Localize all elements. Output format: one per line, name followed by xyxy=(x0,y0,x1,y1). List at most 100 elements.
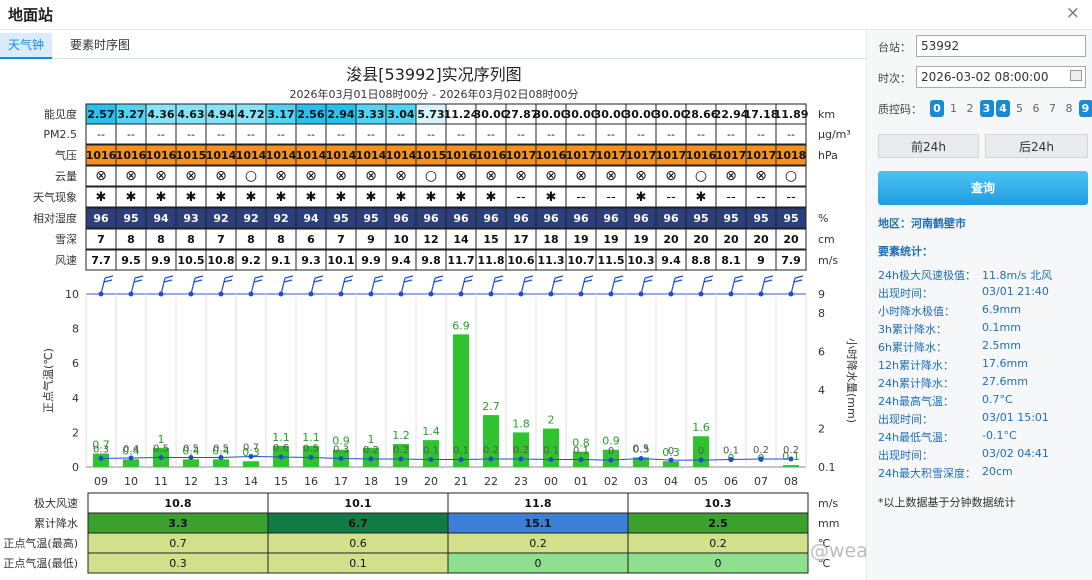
query-button[interactable]: 查询 xyxy=(878,171,1088,205)
summary-cell-value: 0.3 xyxy=(169,557,187,570)
table-cell-value: 3.17 xyxy=(267,108,294,121)
table-cell-value: -- xyxy=(97,128,105,141)
stat-key: 24h累计降水： xyxy=(878,377,954,390)
stat-value: -0.1°C xyxy=(982,429,1017,442)
wind-barb-shaft xyxy=(370,277,376,295)
x-axis-tick: 14 xyxy=(244,475,258,488)
summary-cell-value: 0.1 xyxy=(349,557,367,570)
wind-barb-flag xyxy=(674,275,684,279)
table-cell-value: 93 xyxy=(183,212,198,225)
wind-barb-flag xyxy=(733,279,743,283)
table-cell-value: -- xyxy=(277,128,285,141)
table-cell-value: 96 xyxy=(393,212,409,225)
prev-24h-button[interactable]: 前24h xyxy=(878,134,979,158)
qc-code-9[interactable]: 9 xyxy=(1078,100,1092,117)
table-cell-value: ✱ xyxy=(426,190,437,205)
wind-barb-flag xyxy=(373,279,383,283)
qc-code-5[interactable]: 5 xyxy=(1013,100,1027,117)
table-cell-value: 8 xyxy=(187,233,195,246)
qc-code-6[interactable]: 6 xyxy=(1029,100,1043,117)
wind-barb-flag xyxy=(283,279,293,283)
table-cell-value: 1016 xyxy=(86,149,117,162)
temperature-label: 0.1 xyxy=(573,446,589,457)
table-row-label: PM2.5 xyxy=(43,128,77,141)
summary-cell-value: 11.8 xyxy=(524,497,551,510)
temperature-label: 0.1 xyxy=(453,446,469,457)
qc-code-1[interactable]: 1 xyxy=(947,100,961,117)
table-cell-value: ⊗ xyxy=(455,168,467,184)
wind-barb-shaft xyxy=(670,277,676,295)
table-cell-value: -- xyxy=(397,128,405,141)
next-24h-button[interactable]: 后24h xyxy=(985,134,1088,158)
qc-code-0[interactable]: 0 xyxy=(930,100,944,117)
summary-cell-value: 10.1 xyxy=(344,497,371,510)
table-cell-value: ⊗ xyxy=(95,168,107,184)
stats-note: *以上数据基于分钟数据统计 xyxy=(878,496,1016,509)
temperature-point xyxy=(188,454,194,460)
table-cell-value: ✱ xyxy=(126,190,137,205)
qc-code-7[interactable]: 7 xyxy=(1046,100,1060,117)
wind-barb-shaft xyxy=(580,277,586,295)
table-cell-value: 9.5 xyxy=(121,254,141,267)
table-cell-value: ⊗ xyxy=(395,168,407,184)
table-cell-value: 10.1 xyxy=(327,254,354,267)
x-axis-tick: 13 xyxy=(214,475,228,488)
table-cell-value: 12 xyxy=(423,233,438,246)
table-cell-value: -- xyxy=(427,128,435,141)
qc-code-2[interactable]: 2 xyxy=(963,100,977,117)
temperature-point xyxy=(218,454,224,460)
wind-barb-shaft xyxy=(340,277,346,295)
stat-value: 27.6mm xyxy=(982,375,1028,388)
table-cell-value: 9.3 xyxy=(301,254,321,267)
table-row-unit: % xyxy=(818,212,828,225)
table-cell-value: 1016 xyxy=(536,149,567,162)
stat-key: 24h极大风速极值： xyxy=(878,269,976,282)
station-input[interactable] xyxy=(916,35,1086,57)
table-row-label: 雪深 xyxy=(55,233,77,246)
summary-cell-value: 0.2 xyxy=(529,537,547,550)
table-cell-value: ✱ xyxy=(456,190,467,205)
time-input[interactable] xyxy=(916,66,1086,88)
table-cell-value: 9.1 xyxy=(271,254,291,267)
summary-cell-value: 3.3 xyxy=(168,517,188,530)
table-cell-value: 95 xyxy=(333,212,348,225)
table-cell-value: 1014 xyxy=(296,149,327,162)
table-cell-value: 95 xyxy=(753,212,768,225)
left-axis-tick: 8 xyxy=(72,323,79,336)
x-axis-tick: 23 xyxy=(514,475,528,488)
x-axis-tick: 20 xyxy=(424,475,438,488)
table-cell-value: 20 xyxy=(663,233,679,246)
temperature-label: 0.1 xyxy=(543,446,559,457)
table-cell-value: ✱ xyxy=(366,190,377,205)
table-cell-value: 1016 xyxy=(116,149,147,162)
table-row-label: 云量 xyxy=(55,170,77,183)
table-cell-value: ○ xyxy=(245,168,257,184)
wind-barb-flag xyxy=(343,279,353,283)
table-cell-value: 96 xyxy=(423,212,439,225)
x-axis-tick: 05 xyxy=(694,475,708,488)
summary-cell-value: 0 xyxy=(535,557,542,570)
table-cell-value: ✱ xyxy=(276,190,287,205)
wind-barb-flag xyxy=(463,279,473,283)
qc-code-4[interactable]: 4 xyxy=(996,100,1010,117)
wind-barb-shaft xyxy=(460,277,466,295)
table-cell-value: 11.8 xyxy=(477,254,504,267)
table-cell-value: 1014 xyxy=(386,149,417,162)
wind-barb-shaft xyxy=(400,277,406,295)
temperature-label: 0.4 xyxy=(123,444,139,455)
right-axis-tick: 8 xyxy=(818,307,825,320)
table-cell-value: 7 xyxy=(97,233,105,246)
summary-row-label: 正点气温(最高) xyxy=(3,536,78,550)
table-cell-value: 96 xyxy=(543,212,559,225)
calendar-icon[interactable] xyxy=(1070,70,1082,81)
wind-barb-shaft xyxy=(160,277,166,295)
summary-row-unit: m/s xyxy=(818,497,838,510)
wind-barb-shaft xyxy=(430,277,436,295)
wind-barb-shaft xyxy=(550,277,556,295)
close-icon[interactable]: × xyxy=(1066,3,1080,23)
qc-code-3[interactable]: 3 xyxy=(979,100,994,117)
x-axis-tick: 07 xyxy=(754,475,768,488)
precip-bar xyxy=(243,461,259,467)
qc-code-8[interactable]: 8 xyxy=(1062,100,1076,117)
table-cell-value: 96 xyxy=(633,212,649,225)
